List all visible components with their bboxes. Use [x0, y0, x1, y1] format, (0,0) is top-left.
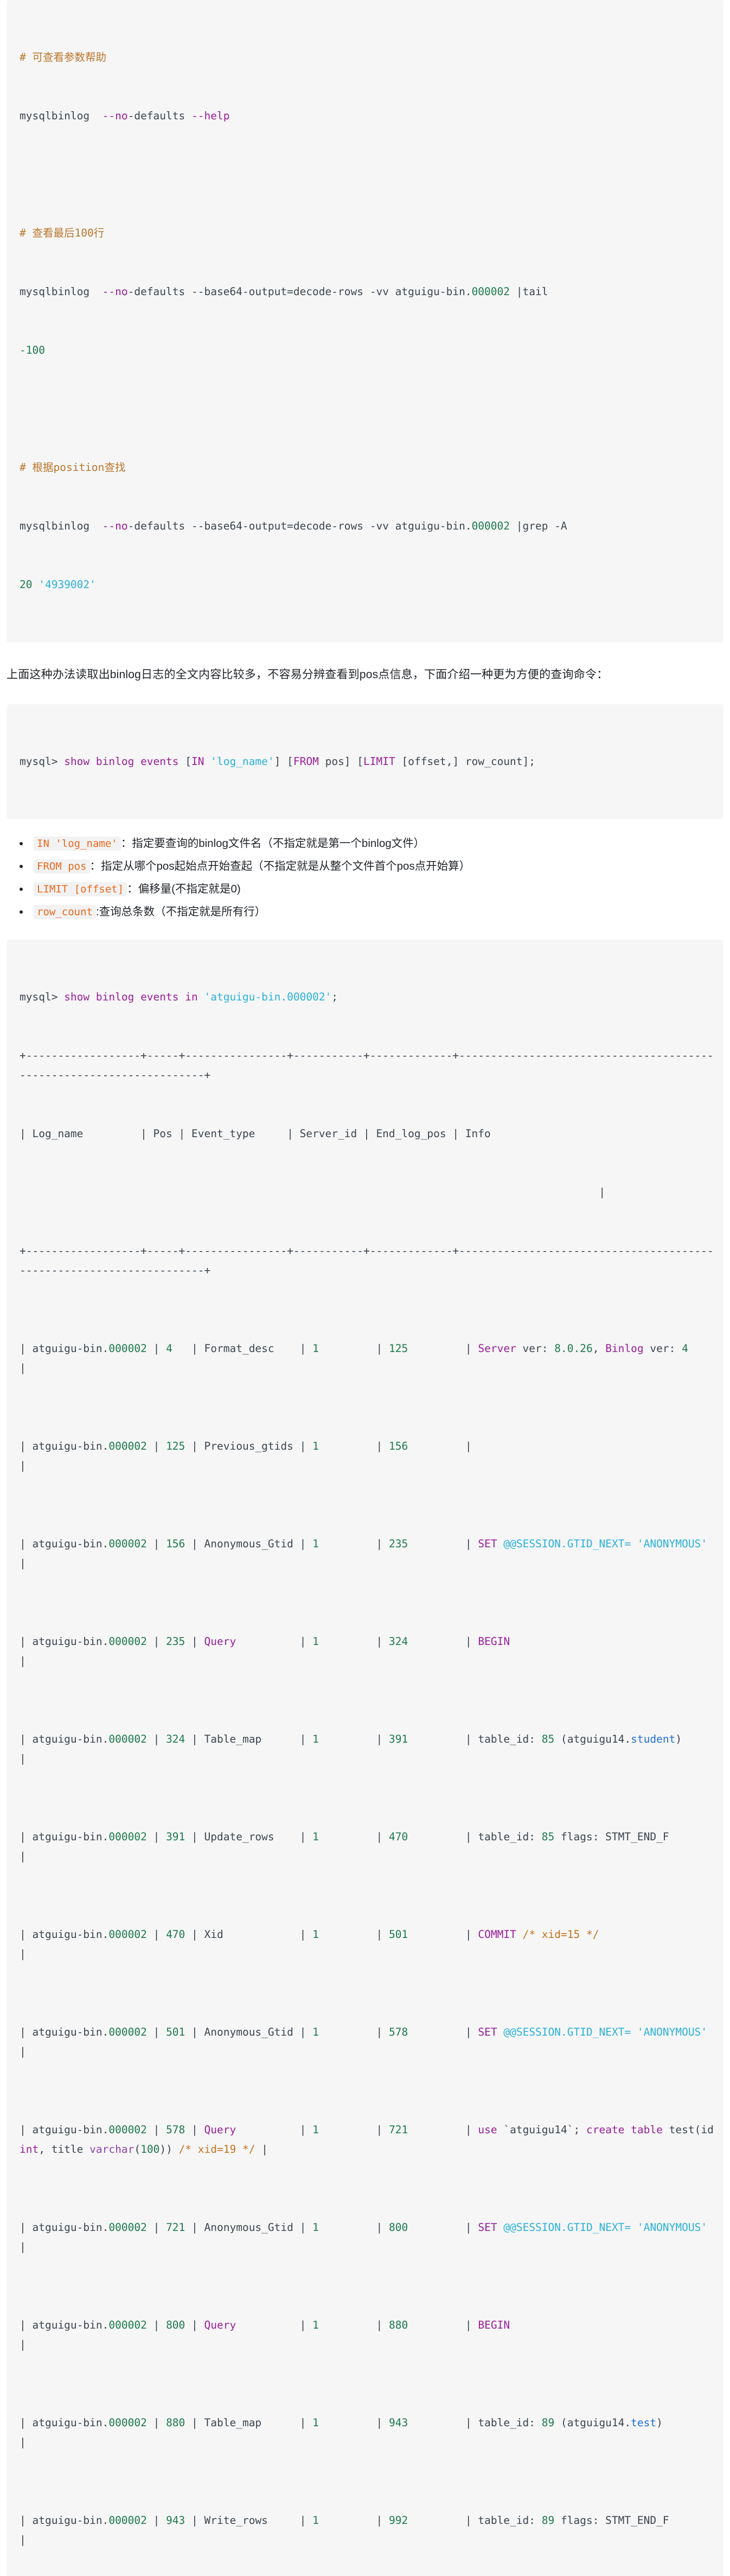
article-page: # 可查看参数帮助 mysqlbinlog --no-defaults --he…	[0, 0, 730, 2576]
code-line: -100	[20, 344, 45, 356]
table-row: | atguigu-bin.000002 | 943 | Write_rows …	[20, 2514, 669, 2546]
code-block-binlog-events-output[interactable]: mysql> show binlog events in 'atguigu-bi…	[7, 940, 723, 2576]
code-line: mysqlbinlog --no-defaults --base64-outpu…	[20, 520, 567, 532]
code-line: mysqlbinlog --no-defaults --base64-outpu…	[20, 285, 548, 298]
table-row: | atguigu-bin.000002 | 578 | Query | 1 |…	[20, 2124, 720, 2156]
inline-code-from-pos: FROM pos	[34, 859, 90, 873]
code-line-table-header: | Log_name | Pos | Event_type | Server_i…	[20, 1127, 491, 1140]
inline-code-in-logname: IN 'log_name'	[34, 837, 121, 851]
code-line-separator: +------------------+-----+--------------…	[20, 1245, 714, 1277]
code-comment: # 根据position查找	[20, 461, 126, 474]
code-line-prompt: mysql> show binlog events in 'atguigu-bi…	[20, 991, 338, 1003]
table-row: | atguigu-bin.000002 | 235 | Query | 1 |…	[20, 1635, 510, 1667]
list-item: row_count:查询总条数（不指定就是所有行）	[20, 901, 723, 923]
table-row: | atguigu-bin.000002 | 800 | Query | 1 |…	[20, 2319, 510, 2351]
parameter-description-list: IN 'log_name' ：指定要查询的binlog文件名（不指定就是第一个bi…	[0, 832, 730, 923]
code-line: mysqlbinlog --no-defaults --help	[20, 110, 230, 122]
list-item-text: :查询总条数（不指定就是所有行）	[95, 906, 266, 918]
table-row: | atguigu-bin.000002 | 4 | Format_desc |…	[20, 1342, 688, 1374]
code-line-separator: +------------------+-----+--------------…	[20, 1049, 714, 1081]
inline-code-limit-offset: LIMIT [offset]	[34, 882, 127, 896]
code-line: # 可查看参数帮助	[20, 48, 714, 67]
table-row: | atguigu-bin.000002 | 721 | Anonymous_G…	[20, 2221, 708, 2253]
code-line: # 查看最后100行	[20, 224, 714, 243]
list-item: LIMIT [offset] ：偏移量(不指定就是0)	[20, 878, 723, 901]
code-block-show-binlog-events-syntax[interactable]: mysql> show binlog events [IN 'log_name'…	[7, 704, 723, 819]
code-comment: # 查看最后100行	[20, 227, 105, 239]
list-item-text: ：指定从哪个pos起始点开始查起（不指定就是从整个文件首个pos点开始算）	[89, 860, 471, 872]
table-row: | atguigu-bin.000002 | 391 | Update_rows…	[20, 1831, 669, 1863]
list-item-text: ：指定要查询的binlog文件名（不指定就是第一个binlog文件）	[120, 837, 425, 850]
code-comment: # 可查看参数帮助	[20, 51, 106, 63]
table-row: | atguigu-bin.000002 | 125 | Previous_gt…	[20, 1440, 472, 1472]
code-block-mysqlbinlog-commands[interactable]: # 可查看参数帮助 mysqlbinlog --no-defaults --he…	[7, 0, 723, 642]
code-line-table-header-tail: |	[20, 1186, 606, 1198]
table-row: | atguigu-bin.000002 | 156 | Anonymous_G…	[20, 1538, 708, 1570]
code-line: # 根据position查找	[20, 458, 714, 477]
table-row: | atguigu-bin.000002 | 501 | Anonymous_G…	[20, 2026, 708, 2058]
table-row: | atguigu-bin.000002 | 324 | Table_map |…	[20, 1733, 682, 1765]
code-line: mysql> show binlog events [IN 'log_name'…	[20, 755, 536, 768]
paragraph-intro: 上面这种办法读取出binlog日志的全文内容比较多，不容易分辨查看到pos点信息…	[7, 668, 609, 681]
list-item: IN 'log_name' ：指定要查询的binlog文件名（不指定就是第一个bi…	[20, 832, 723, 855]
table-row: | atguigu-bin.000002 | 880 | Table_map |…	[20, 2416, 663, 2449]
list-item: FROM pos ：指定从哪个pos起始点开始查起（不指定就是从整个文件首个pos…	[20, 855, 723, 878]
code-line: 20 '4939002'	[20, 578, 96, 591]
table-row: | atguigu-bin.000002 | 470 | Xid | 1 | 5…	[20, 1928, 599, 1960]
list-item-text: ：偏移量(不指定就是0)	[127, 883, 241, 895]
inline-code-row-count: row_count	[34, 905, 96, 919]
